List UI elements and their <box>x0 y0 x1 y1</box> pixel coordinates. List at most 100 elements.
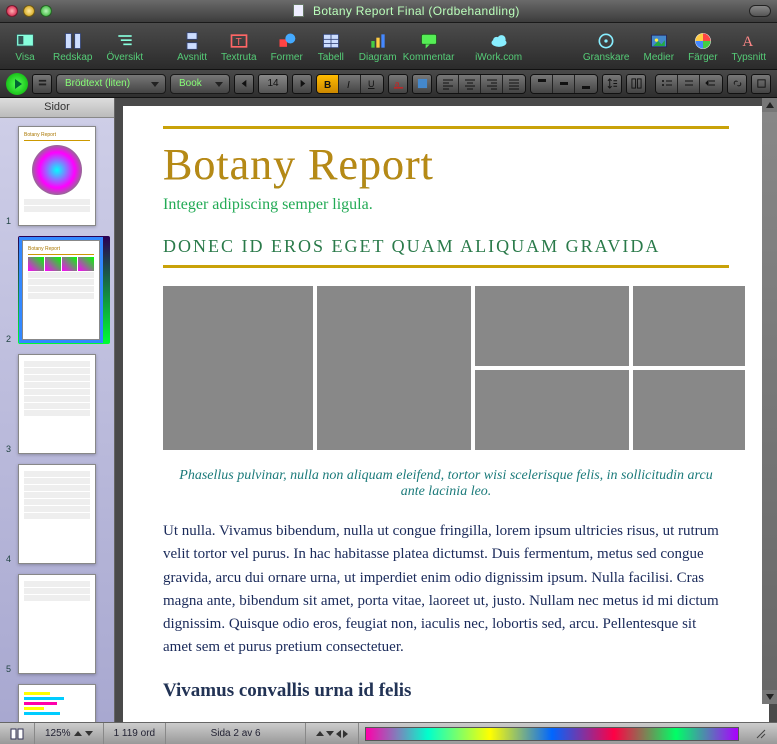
media-button[interactable]: Medier <box>637 24 682 68</box>
svg-text:U: U <box>368 79 375 89</box>
pages-sidebar: Sidor Botany Report 1 Botany Report 2 3 … <box>0 98 115 722</box>
pagebreak-icon <box>181 31 203 51</box>
italic-button[interactable]: I <box>339 75 361 93</box>
zoom-down-icon[interactable] <box>85 731 93 736</box>
page-down-button[interactable] <box>326 731 334 736</box>
doc-title[interactable]: Botany Report <box>163 139 729 190</box>
page-thumb-4[interactable]: 4 <box>18 464 110 564</box>
list-none-button[interactable] <box>678 75 700 93</box>
image-4[interactable] <box>317 286 471 450</box>
page-thumb-2[interactable]: Botany Report 2 <box>18 236 110 344</box>
view-button[interactable]: Visa <box>4 24 46 68</box>
table-icon <box>320 31 342 51</box>
resize-icon <box>755 728 767 740</box>
doc-heading-2[interactable]: DONEC ID EROS EGET QUAM ALIQUAM GRAVIDA <box>163 236 729 257</box>
image-5[interactable] <box>475 370 629 450</box>
text-style-segment: B I U <box>316 74 384 94</box>
status-bar: 125% 1 119 ord Sida 2 av 6 <box>0 722 777 744</box>
titlebar: Botany Report Final (Ordbehandling) <box>0 0 777 22</box>
textbox-button[interactable]: T Textruta <box>214 24 264 68</box>
valign-bottom-button[interactable] <box>575 75 597 93</box>
font-dropdown[interactable]: Book <box>170 74 230 94</box>
inspector-button[interactable]: Granskare <box>576 24 637 68</box>
window-controls <box>6 5 52 17</box>
textbox-icon: T <box>228 31 250 51</box>
shapes-button[interactable]: Former <box>264 24 310 68</box>
chart-button[interactable]: Diagram <box>352 24 404 68</box>
valign-top-button[interactable] <box>531 75 553 93</box>
inspector-icon <box>595 31 617 51</box>
close-icon[interactable] <box>6 5 18 17</box>
text-color-button[interactable]: a <box>388 74 408 94</box>
vertical-scrollbar[interactable] <box>762 98 777 704</box>
page-prev-button[interactable] <box>336 730 341 738</box>
navigator-strip[interactable] <box>365 727 739 741</box>
iwork-button[interactable]: iWork.com <box>474 24 524 68</box>
colors-icon <box>692 31 714 51</box>
doc-subtitle[interactable]: Integer adipiscing semper ligula. <box>163 196 729 214</box>
link-button[interactable] <box>727 74 747 94</box>
align-left-button[interactable] <box>437 75 459 93</box>
zoom-value: 125% <box>45 728 71 739</box>
valign-middle-button[interactable] <box>553 75 575 93</box>
underline-button[interactable]: U <box>361 75 383 93</box>
image-6[interactable] <box>633 370 745 450</box>
image-2[interactable] <box>475 286 629 366</box>
page-next-button[interactable] <box>343 730 348 738</box>
font-prev-button[interactable] <box>234 74 254 94</box>
page-indicator[interactable]: Sida 2 av 6 <box>166 723 306 744</box>
zoom-icon[interactable] <box>40 5 52 17</box>
valign-segment <box>530 74 598 94</box>
paragraph-style-dropdown[interactable]: Brödtext (liten) <box>56 74 166 94</box>
table-button[interactable]: Tabell <box>310 24 352 68</box>
svg-text:B: B <box>324 80 331 90</box>
svg-text:A: A <box>742 34 753 50</box>
font-next-button[interactable] <box>292 74 312 94</box>
zoom-up-icon[interactable] <box>74 731 82 736</box>
scroll-up-button[interactable] <box>762 98 777 112</box>
minimize-icon[interactable] <box>23 5 35 17</box>
line-spacing-button[interactable] <box>602 74 622 94</box>
list-bullet-button[interactable] <box>656 75 678 93</box>
bold-button[interactable]: B <box>317 75 339 93</box>
font-size-input[interactable]: 14 <box>258 74 288 94</box>
more-button[interactable] <box>751 74 771 94</box>
font-button[interactable]: A Typsnitt <box>725 24 773 68</box>
body-paragraph[interactable]: Ut nulla. Vivamus bibendum, nulla ut con… <box>163 520 729 660</box>
toolbar-label: Färger <box>688 52 717 63</box>
toolbar-label: Former <box>271 52 303 63</box>
image-3[interactable] <box>633 286 745 366</box>
bg-color-button[interactable] <box>412 74 432 94</box>
image-1[interactable] <box>163 286 313 450</box>
page-up-button[interactable] <box>316 731 324 736</box>
colors-button[interactable]: Färger <box>681 24 724 68</box>
page-thumb-5[interactable]: 5 <box>18 574 110 674</box>
comment-button[interactable]: Kommentar <box>404 24 454 68</box>
columns-button[interactable] <box>626 74 646 94</box>
toolbar-toggle-button[interactable] <box>749 5 771 17</box>
sections-button[interactable]: Redskap <box>46 24 99 68</box>
outline-button[interactable]: Översikt <box>99 24 150 68</box>
toolbar-label: Översikt <box>106 52 143 63</box>
scroll-down-button[interactable] <box>762 690 777 704</box>
list-indent-button[interactable] <box>700 75 722 93</box>
page-thumb-6[interactable]: 6 <box>18 684 110 722</box>
outline-icon <box>114 31 136 51</box>
doc-heading-3[interactable]: Vivamus convallis urna id felis <box>163 680 729 702</box>
style-menu-button[interactable] <box>32 74 52 94</box>
view-mode-button[interactable] <box>0 723 35 744</box>
align-right-button[interactable] <box>481 75 503 93</box>
toolbar-label: Medier <box>644 52 675 63</box>
pagebreak-button[interactable]: Avsnitt <box>170 24 214 68</box>
gold-rule <box>163 265 729 268</box>
play-button[interactable] <box>6 73 28 95</box>
zoom-control[interactable]: 125% <box>35 723 104 744</box>
word-count[interactable]: 1 119 ord <box>104 723 167 744</box>
align-justify-button[interactable] <box>503 75 525 93</box>
resize-grip[interactable] <box>745 723 777 744</box>
align-center-button[interactable] <box>459 75 481 93</box>
document-viewport[interactable]: Botany Report Integer adipiscing semper … <box>115 98 777 722</box>
page-thumb-3[interactable]: 3 <box>18 354 110 454</box>
page-thumb-1[interactable]: Botany Report 1 <box>18 126 110 226</box>
image-caption[interactable]: Phasellus pulvinar, nulla non aliquam el… <box>173 468 719 500</box>
